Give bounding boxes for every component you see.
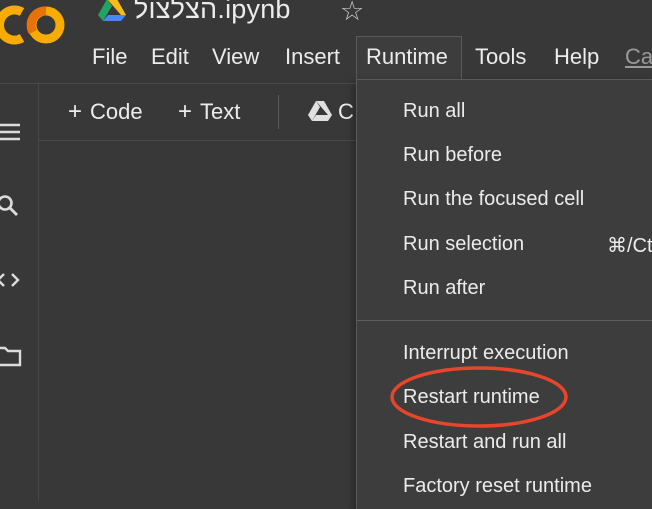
menu-file[interactable]: File xyxy=(92,42,127,72)
notebook-title[interactable]: הצלצול.ipynb xyxy=(134,0,291,25)
search-icon[interactable] xyxy=(0,192,22,220)
menu-item-run-all[interactable]: Run all xyxy=(403,97,465,125)
menu-insert[interactable]: Insert xyxy=(285,42,340,72)
menu-item-interrupt-execution[interactable]: Interrupt execution xyxy=(403,339,569,367)
menu-tools[interactable]: Tools xyxy=(475,42,526,72)
drive-copy-icon[interactable] xyxy=(308,100,332,122)
menu-item-factory-reset-runtime[interactable]: Factory reset runtime xyxy=(403,472,592,500)
menu-item-run-focused-cell[interactable]: Run the focused cell xyxy=(403,185,584,213)
code-icon[interactable] xyxy=(0,266,22,294)
menu-view[interactable]: View xyxy=(212,42,259,72)
google-drive-icon xyxy=(98,0,126,21)
menu-item-restart-runtime[interactable]: Restart runtime xyxy=(403,383,540,411)
menu-item-run-before[interactable]: Run before xyxy=(403,141,502,169)
add-text-button[interactable]: + Text xyxy=(178,97,240,127)
menu-icon[interactable] xyxy=(0,118,22,146)
star-icon[interactable]: ☆ xyxy=(340,0,364,27)
side-rail xyxy=(0,84,39,501)
copy-to-drive-label[interactable]: C xyxy=(338,97,354,127)
menu-cut-off[interactable]: Ca xyxy=(625,42,652,72)
toolbar-separator xyxy=(278,95,279,129)
menu-help[interactable]: Help xyxy=(554,42,599,72)
plus-icon: + xyxy=(178,98,193,125)
colab-logo xyxy=(0,5,65,45)
menu-divider xyxy=(357,320,652,321)
folder-icon[interactable] xyxy=(0,342,22,370)
runtime-dropdown-menu: Run all Run before Run the focused cell … xyxy=(356,79,652,509)
menu-item-run-selection[interactable]: Run selection xyxy=(403,230,524,258)
menu-item-run-after[interactable]: Run after xyxy=(403,274,485,302)
menu-edit[interactable]: Edit xyxy=(151,42,189,72)
shortcut-run-selection: ⌘/Ct xyxy=(607,235,652,257)
add-code-label: Code xyxy=(90,99,143,124)
add-text-label: Text xyxy=(200,99,241,124)
menu-runtime[interactable]: Runtime xyxy=(366,42,448,72)
menu-item-restart-and-run-all[interactable]: Restart and run all xyxy=(403,428,566,456)
plus-icon: + xyxy=(68,98,83,125)
add-code-button[interactable]: + Code xyxy=(68,97,143,127)
